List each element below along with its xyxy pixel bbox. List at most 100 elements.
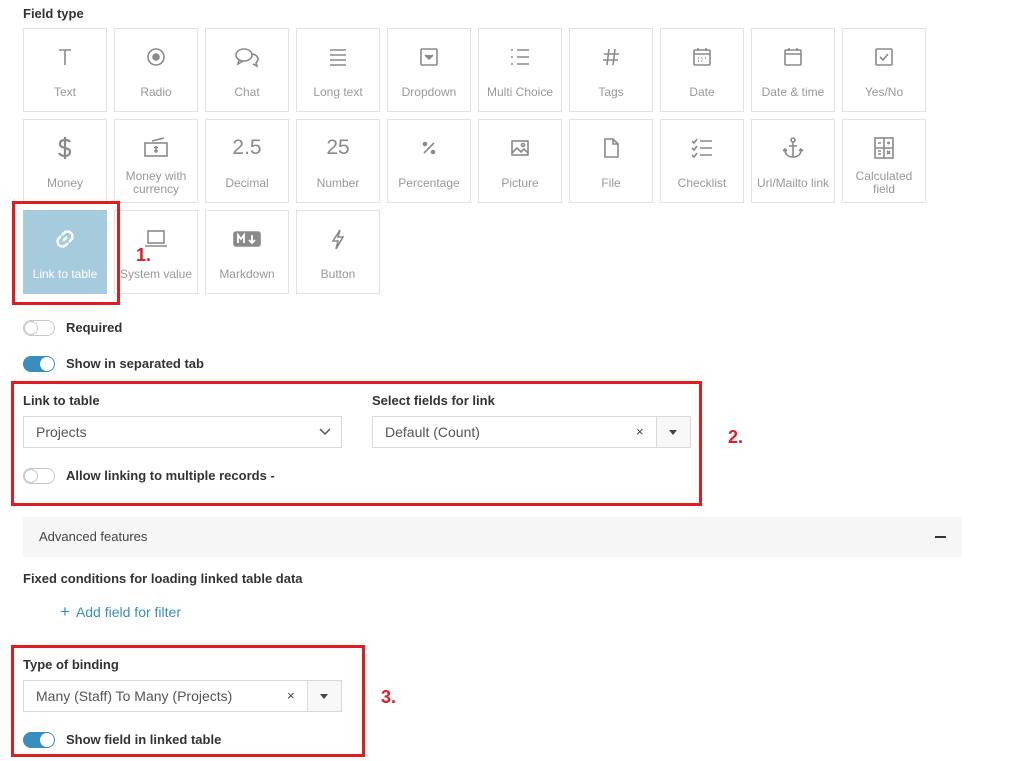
field-type-label: System value [119,266,193,281]
field-type-tile[interactable]: Percentage [387,119,471,203]
field-type-tile[interactable]: Yes/No [842,28,926,112]
separated-tab-label: Show in separated tab [66,356,204,371]
field-type-label: Decimal [225,175,269,190]
required-toggle[interactable] [23,320,55,336]
annotation-number-2: 2. [728,427,744,447]
list-icon [479,43,561,71]
bolt-icon [297,225,379,253]
required-label: Required [66,320,123,335]
field-type-label: Date [689,84,715,99]
anchor-icon [752,134,834,162]
field-type-tile[interactable]: Dropdown [387,28,471,112]
field-type-label: Calculated field [855,169,913,196]
field-type-tile[interactable]: Multi Choice [478,28,562,112]
clear-binding-icon[interactable]: × [287,688,295,703]
link-to-table-label: Link to table [23,393,100,408]
hash-icon [570,43,652,71]
field-type-label: Markdown [219,266,275,281]
collapse-icon[interactable] [935,536,946,538]
calendar-time-icon [752,43,834,71]
banknote-icon [115,134,197,162]
binding-type-label: Type of binding [23,657,119,672]
clear-selection-icon[interactable]: × [636,424,644,439]
plus-icon: + [60,602,70,621]
select-fields-select[interactable]: Default (Count) × [372,416,691,448]
field-type-label: Radio [140,84,172,99]
checklist-icon [661,134,743,162]
field-type-label: File [601,175,621,190]
chevron-down-icon [319,428,331,436]
advanced-features-label: Advanced features [39,529,148,544]
field-type-tile[interactable]: Date [660,28,744,112]
field-type-tile[interactable]: Button [296,210,380,294]
field-type-tile[interactable]: Date & time [751,28,835,112]
field-type-tile[interactable]: Text [23,28,107,112]
field-type-tile[interactable]: File [569,119,653,203]
percent-icon [388,134,470,162]
dropdown-icon [388,43,470,71]
field-type-tile[interactable]: Picture [478,119,562,203]
field-type-tile[interactable]: Money [23,119,107,203]
field-type-tile[interactable]: Markdown [205,210,289,294]
field-type-tile[interactable]: Tags [569,28,653,112]
long-text-icon [297,43,379,71]
annotation-number-1: 1. [136,245,152,265]
link-to-table-select[interactable]: Projects [23,416,342,448]
field-type-tile[interactable]: 25 Number [296,119,380,203]
binding-type-select[interactable]: Many (Staff) To Many (Projects) × [23,680,342,712]
annotation-number-3: 3. [381,687,397,707]
text-icon [24,43,106,71]
calendar-icon [661,43,743,71]
laptop-icon [115,225,197,253]
separated-tab-toggle[interactable] [23,356,55,372]
field-type-label: Money with currency [125,169,187,196]
field-type-heading: Field type [23,6,84,21]
field-type-label: Percentage [398,175,460,190]
field-type-label: Number [316,175,360,190]
field-type-tile[interactable]: Calculated field [842,119,926,203]
show-linked-label: Show field in linked table [66,732,222,747]
field-type-label: Date & time [761,84,825,99]
link-to-table-value: Projects [36,424,87,440]
number-icon: 25 [326,136,350,159]
allow-multiple-toggle[interactable] [23,468,55,484]
chat-icon [206,43,288,71]
field-type-label: Picture [501,175,539,190]
allow-multiple-label: Allow linking to multiple records - [66,468,275,483]
markdown-icon [206,225,288,253]
radio-icon [115,43,197,71]
field-type-tile[interactable]: Long text [296,28,380,112]
calculator-icon [843,134,925,162]
field-type-tile[interactable]: System value [114,210,198,294]
add-filter-link[interactable]: + Add field for filter [60,602,181,622]
dollar-icon [24,134,106,162]
field-type-tile[interactable]: Checklist [660,119,744,203]
binding-dropdown-button[interactable] [307,681,341,711]
show-linked-toggle[interactable] [23,732,55,748]
field-type-tile[interactable]: Radio [114,28,198,112]
field-type-label: Multi Choice [486,84,554,99]
select-fields-value: Default (Count) [385,424,480,440]
image-icon [479,134,561,162]
decimal-icon: 2.5 [232,136,262,159]
advanced-features-panel[interactable]: Advanced features [23,517,962,557]
field-type-tile[interactable]: Url/Mailto link [751,119,835,203]
field-type-label: Long text [313,84,363,99]
fixed-conditions-label: Fixed conditions for loading linked tabl… [23,571,303,586]
field-type-tile[interactable]: Money with currency [114,119,198,203]
field-type-label: Chat [234,84,260,99]
binding-type-value: Many (Staff) To Many (Projects) [36,688,233,704]
field-type-label: Checklist [677,175,727,190]
add-filter-label: Add field for filter [75,604,181,620]
field-type-label: Tags [598,84,624,99]
select-fields-label: Select fields for link [372,393,495,408]
select-fields-dropdown-button[interactable] [656,417,690,447]
checkbox-icon [843,43,925,71]
field-type-label: Button [320,266,356,281]
caret-down-icon [320,694,328,699]
field-type-tile[interactable]: 2.5 Decimal [205,119,289,203]
field-type-tile[interactable]: Chat [205,28,289,112]
caret-down-icon [669,430,677,435]
field-type-label: Url/Mailto link [756,175,829,190]
field-type-label: Money [46,175,84,190]
